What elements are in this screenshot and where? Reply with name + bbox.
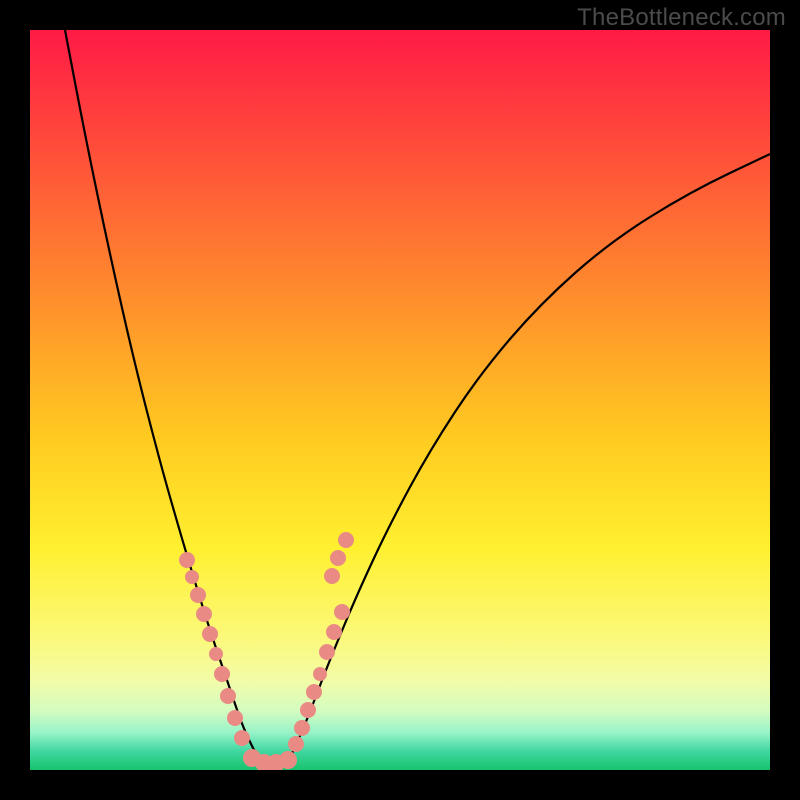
scatter-dot [326, 624, 342, 640]
scatter-dot [294, 720, 310, 736]
scatter-dot [338, 532, 354, 548]
scatter-dot [306, 684, 322, 700]
scatter-dot [234, 730, 250, 746]
scatter-dot [209, 647, 223, 661]
scatter-dot [179, 552, 195, 568]
scatter-dot [279, 751, 297, 769]
scatter-dot [330, 550, 346, 566]
watermark-text: TheBottleneck.com [577, 4, 786, 32]
scatter-dot [334, 604, 350, 620]
chart-frame: TheBottleneck.com [0, 0, 800, 800]
plot-area [30, 30, 770, 770]
scatter-dot [227, 710, 243, 726]
scatter-dot [288, 736, 304, 752]
scatter-dot [300, 702, 316, 718]
scatter-dot [220, 688, 236, 704]
curve-right-branch [285, 154, 770, 766]
scatter-dots [179, 532, 354, 770]
curve-left-branch [65, 30, 265, 766]
scatter-dot [202, 626, 218, 642]
scatter-dot [319, 644, 335, 660]
scatter-dot [190, 587, 206, 603]
scatter-dot [324, 568, 340, 584]
scatter-dot [185, 570, 199, 584]
chart-svg [30, 30, 770, 770]
scatter-dot [196, 606, 212, 622]
scatter-dot [214, 666, 230, 682]
scatter-dot [313, 667, 327, 681]
